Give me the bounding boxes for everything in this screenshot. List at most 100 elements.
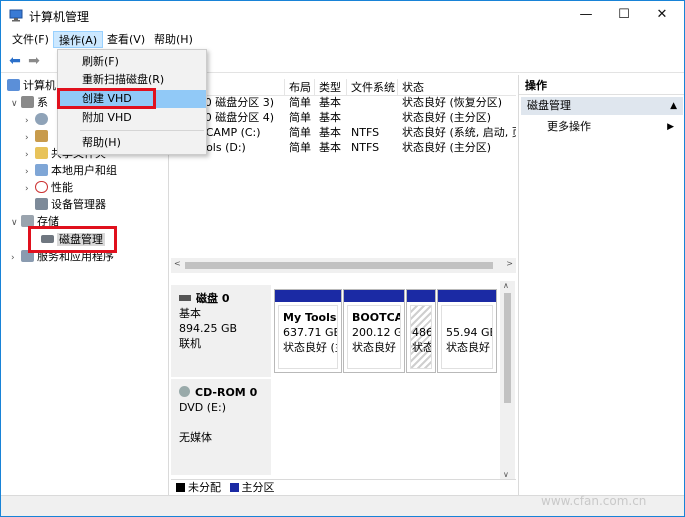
minimize-button[interactable]: — bbox=[567, 1, 605, 29]
menu-file[interactable]: 文件(F) bbox=[7, 31, 54, 48]
close-button[interactable]: ✕ bbox=[643, 1, 681, 29]
legend-label: 未分配 bbox=[188, 481, 221, 494]
actions-pane: 操作 磁盘管理 ▲ 更多操作 ▶ bbox=[518, 75, 684, 495]
menu-item-refresh[interactable]: 刷新(F) bbox=[58, 53, 206, 71]
partition-size: 200.12 GB N bbox=[352, 326, 400, 339]
tree-item-performance[interactable]: › 性能 bbox=[25, 180, 73, 196]
menu-item-attach-vhd[interactable]: 附加 VHD bbox=[58, 109, 206, 127]
partition-status: 状态 bbox=[412, 341, 432, 354]
partition-size: 486 bbox=[412, 326, 432, 339]
expand-arrow-icon[interactable]: › bbox=[25, 164, 35, 180]
table-row[interactable]: My Tools (D:) 简单 基本 NTFS 状态良好 (主分区) bbox=[171, 140, 516, 155]
disk-kind: DVD (E:) bbox=[179, 401, 227, 414]
watermark: www.cfan.com.cn bbox=[541, 494, 647, 508]
tree-item-device-manager[interactable]: 设备管理器 bbox=[35, 197, 106, 213]
disk-state: 无媒体 bbox=[179, 431, 212, 444]
filesystem-cell: NTFS bbox=[351, 141, 380, 154]
type-cell: 基本 bbox=[319, 111, 341, 124]
partition-bootcamp[interactable]: BOOTCAMP 200.12 GB N 状态良好 (系 bbox=[343, 289, 405, 373]
disk-0-label[interactable]: 磁盘 0 基本 894.25 GB 联机 bbox=[171, 285, 271, 377]
layout-cell: 简单 bbox=[289, 96, 311, 109]
column-header-filesystem[interactable]: 文件系统 bbox=[347, 79, 398, 96]
computer-management-window: 计算机管理 — ☐ ✕ 文件(F) 操作(A) 查看(V) 帮助(H) ⬅ ➡ … bbox=[0, 0, 685, 517]
status-cell: 状态良好 (主分区) bbox=[402, 111, 492, 124]
tree-item-event-viewer[interactable]: › bbox=[25, 129, 51, 145]
partition-primary[interactable]: 55.94 GB 状态良好 (主分 bbox=[437, 289, 497, 373]
scroll-left-icon[interactable]: < bbox=[174, 259, 181, 268]
expand-chevron-icon[interactable]: ∨ bbox=[11, 215, 21, 231]
collapse-triangle-icon[interactable]: ▲ bbox=[670, 97, 677, 115]
horizontal-scrollbar[interactable]: < > bbox=[171, 258, 516, 273]
vertical-scrollbar[interactable]: ∧ ∨ bbox=[500, 281, 515, 479]
partition-name bbox=[446, 310, 488, 325]
arrow-right-icon[interactable]: ➡ bbox=[25, 52, 43, 70]
more-actions-item[interactable]: 更多操作 bbox=[547, 119, 591, 135]
partition-recovery[interactable]: 486 状态 bbox=[406, 289, 436, 373]
partition-name: My Tools bbox=[283, 311, 337, 324]
type-cell: 基本 bbox=[319, 141, 341, 154]
menu-bar: 文件(F) 操作(A) 查看(V) 帮助(H) bbox=[1, 29, 684, 49]
status-cell: 状态良好 (恢复分区) bbox=[402, 96, 503, 109]
column-header-layout[interactable]: 布局 bbox=[285, 79, 315, 96]
partition-name: BOOTCAMP bbox=[352, 311, 400, 324]
partition-size: 55.94 GB bbox=[446, 326, 493, 339]
users-icon bbox=[35, 164, 48, 176]
menu-view[interactable]: 查看(V) bbox=[102, 31, 150, 48]
disk-name: 磁盘 0 bbox=[196, 292, 230, 305]
scroll-right-icon[interactable]: > bbox=[506, 259, 513, 268]
partition-status: 状态良好 (主 bbox=[283, 341, 337, 354]
actions-group-disk-management[interactable]: 磁盘管理 ▲ bbox=[521, 97, 683, 115]
type-cell: 基本 bbox=[319, 96, 341, 109]
expand-arrow-icon[interactable]: › bbox=[25, 181, 35, 197]
scroll-thumb[interactable] bbox=[504, 293, 511, 403]
disk-name: CD-ROM 0 bbox=[195, 386, 258, 399]
layout-cell: 简单 bbox=[289, 111, 311, 124]
menu-item-help[interactable]: 帮助(H) bbox=[58, 134, 206, 152]
submenu-arrow-icon[interactable]: ▶ bbox=[667, 119, 674, 135]
table-row[interactable]: (磁盘 0 磁盘分区 3) 简单 基本 状态良好 (恢复分区) bbox=[171, 95, 516, 110]
cdrom-0-label[interactable]: CD-ROM 0 DVD (E:) 无媒体 bbox=[171, 379, 271, 475]
disk-map: 磁盘 0 基本 894.25 GB 联机 My Tools 637.71 GB … bbox=[171, 281, 516, 479]
actions-header: 操作 bbox=[519, 77, 684, 95]
menu-action[interactable]: 操作(A) bbox=[53, 31, 104, 48]
event-viewer-icon bbox=[35, 130, 48, 142]
expand-arrow-icon[interactable]: › bbox=[25, 130, 35, 146]
menu-help[interactable]: 帮助(H) bbox=[149, 31, 198, 48]
annotation-box-create-vhd bbox=[57, 88, 156, 109]
type-cell: 基本 bbox=[319, 126, 341, 139]
scroll-thumb[interactable] bbox=[185, 262, 493, 269]
partition-size: 637.71 GB N bbox=[283, 326, 337, 339]
tree-item-local-users[interactable]: › 本地用户和组 bbox=[25, 163, 117, 179]
status-cell: 状态良好 (主分区) bbox=[402, 141, 492, 154]
table-row[interactable]: BOOTCAMP (C:) 简单 基本 NTFS 状态良好 (系统, 启动, 页 bbox=[171, 125, 516, 140]
column-header-status[interactable]: 状态 bbox=[398, 79, 516, 96]
partition-status: 状态良好 (主分 bbox=[446, 341, 492, 354]
table-row[interactable]: (磁盘 0 磁盘分区 4) 简单 基本 状态良好 (主分区) bbox=[171, 110, 516, 125]
expand-arrow-icon[interactable]: › bbox=[25, 113, 35, 129]
clock-icon bbox=[35, 113, 48, 125]
performance-icon bbox=[35, 181, 48, 193]
column-header-type[interactable]: 类型 bbox=[315, 79, 347, 96]
disk-kind: 基本 bbox=[179, 307, 201, 320]
arrow-left-icon[interactable]: ⬅ bbox=[6, 52, 24, 70]
layout-cell: 简单 bbox=[289, 126, 311, 139]
device-manager-icon bbox=[35, 198, 48, 210]
disk-icon bbox=[179, 295, 191, 301]
partition-status: 状态良好 (系 bbox=[352, 341, 400, 354]
maximize-button[interactable]: ☐ bbox=[605, 1, 643, 29]
expand-arrow-icon[interactable]: › bbox=[11, 250, 21, 266]
shared-folder-icon bbox=[35, 147, 48, 159]
scroll-up-icon[interactable]: ∧ bbox=[503, 281, 509, 290]
tree-item-task-scheduler[interactable]: › bbox=[25, 112, 51, 128]
scroll-down-icon[interactable]: ∨ bbox=[503, 470, 509, 479]
legend-swatch bbox=[176, 483, 185, 492]
computer-icon bbox=[7, 79, 20, 91]
partition-my-tools[interactable]: My Tools 637.71 GB N 状态良好 (主 bbox=[274, 289, 342, 373]
expand-arrow-icon[interactable]: › bbox=[25, 147, 35, 163]
tree-item-root[interactable]: 计算机 bbox=[7, 78, 56, 94]
annotation-box-disk-management bbox=[28, 226, 117, 253]
expand-chevron-icon[interactable]: ∨ bbox=[11, 96, 21, 112]
menu-item-rescan-disks[interactable]: 重新扫描磁盘(R) bbox=[58, 71, 206, 89]
tree-item-system-tools[interactable]: ∨ 系 bbox=[11, 95, 48, 111]
status-cell: 状态良好 (系统, 启动, 页 bbox=[402, 126, 516, 139]
